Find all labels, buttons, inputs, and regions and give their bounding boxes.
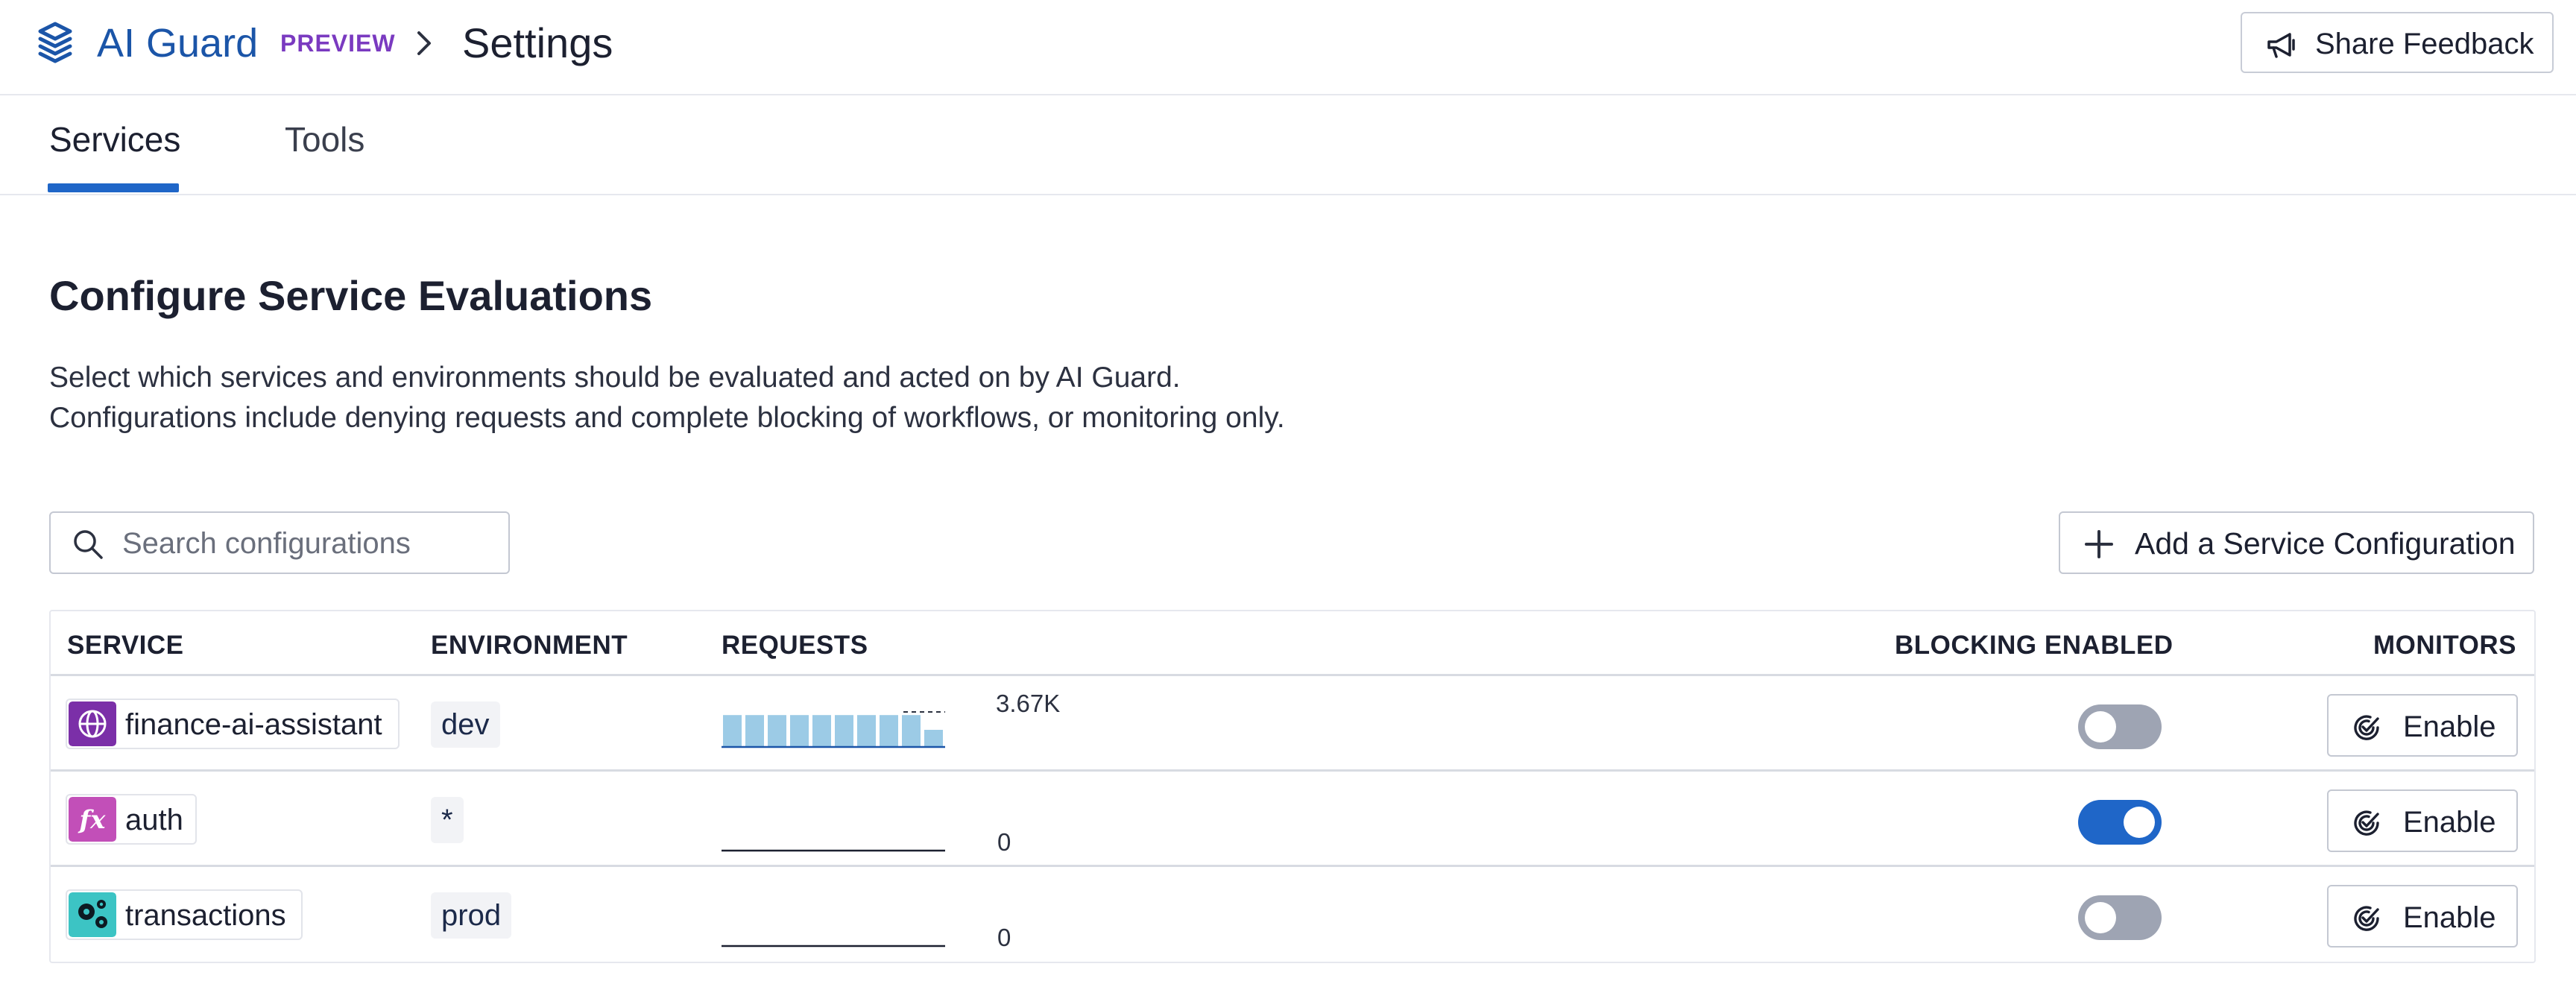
- section-title: Configure Service Evaluations: [49, 272, 653, 319]
- service-name: auth: [125, 804, 183, 836]
- service-tag[interactable]: finance-ai-assistant: [66, 699, 400, 749]
- enable-label: Enable: [2403, 806, 2496, 839]
- tab-bar: Services Tools: [0, 95, 2576, 195]
- request-bar: [857, 715, 876, 746]
- table-row: transactions prod 0 Enable: [51, 867, 2534, 962]
- monitor-check-icon: [2354, 715, 2379, 740]
- page-title: Settings: [462, 19, 613, 66]
- request-bar: [902, 715, 921, 746]
- search-icon: [74, 530, 103, 559]
- active-tab-indicator: [48, 183, 179, 192]
- requests-count: 0: [997, 924, 1011, 951]
- service-configurations-table: SERVICE ENVIRONMENT REQUESTS BLOCKING EN…: [49, 610, 2536, 963]
- requests-sparkline: [722, 849, 945, 852]
- blocking-toggle[interactable]: [2078, 704, 2162, 749]
- toggle-knob: [2085, 711, 2116, 742]
- enable-monitor-button[interactable]: Enable: [2327, 789, 2518, 852]
- request-bar: [745, 715, 764, 746]
- column-header-service[interactable]: SERVICE: [67, 629, 184, 662]
- requests-count: 0: [997, 828, 1011, 856]
- requests-sparkline: [722, 945, 945, 948]
- function-icon: fx: [69, 797, 116, 842]
- share-feedback-label: Share Feedback: [2315, 28, 2534, 60]
- request-bar: [790, 715, 809, 746]
- monitor-check-icon: [2354, 810, 2379, 836]
- service-tag[interactable]: transactions: [66, 889, 303, 940]
- blocking-toggle[interactable]: [2078, 800, 2162, 845]
- toggle-knob: [2124, 807, 2155, 838]
- service-name: transactions: [125, 899, 286, 932]
- table-row: fx auth * 0 Enable: [51, 772, 2534, 867]
- column-header-environment[interactable]: ENVIRONMENT: [431, 629, 628, 662]
- table-row: finance-ai-assistant dev 3.67K Enable: [51, 676, 2534, 772]
- gears-icon: [69, 892, 116, 937]
- service-name: finance-ai-assistant: [125, 708, 382, 741]
- add-service-configuration-button[interactable]: Add a Service Configuration: [2059, 511, 2534, 574]
- search-input[interactable]: [122, 525, 495, 562]
- enable-monitor-button[interactable]: Enable: [2327, 694, 2518, 757]
- add-service-configuration-label: Add a Service Configuration: [2135, 526, 2516, 561]
- chevron-right-icon: [417, 31, 431, 55]
- request-bar: [812, 715, 831, 746]
- request-bar: [768, 715, 786, 746]
- request-bar: [880, 715, 898, 746]
- ai-guard-logo-icon: [38, 22, 72, 63]
- brand-name[interactable]: AI Guard: [97, 16, 258, 70]
- search-configurations: [49, 511, 510, 574]
- column-header-blocking-enabled[interactable]: BLOCKING ENABLED: [1895, 629, 2174, 662]
- column-header-requests[interactable]: REQUESTS: [722, 629, 868, 662]
- request-bar: [924, 730, 943, 746]
- globe-icon: [69, 701, 116, 746]
- environment-chip: *: [431, 797, 464, 843]
- enable-label: Enable: [2403, 901, 2496, 934]
- tab-tools[interactable]: Tools: [285, 118, 364, 161]
- enable-label: Enable: [2403, 710, 2496, 743]
- share-feedback-button[interactable]: Share Feedback: [2241, 12, 2554, 73]
- request-bar: [723, 715, 742, 746]
- requests-count: 3.67K: [996, 690, 1061, 717]
- description-line-1: Select which services and environments s…: [49, 362, 1181, 394]
- enable-monitor-button[interactable]: Enable: [2327, 885, 2518, 948]
- plus-icon: [2085, 530, 2113, 558]
- preview-badge: PREVIEW: [280, 30, 396, 57]
- environment-chip: prod: [431, 892, 512, 939]
- megaphone-icon: [2267, 33, 2295, 58]
- request-bar: [835, 715, 853, 746]
- tab-services[interactable]: Services: [49, 118, 180, 161]
- monitor-check-icon: [2354, 906, 2379, 931]
- description-line-2: Configurations include denying requests …: [49, 402, 1285, 434]
- toggle-knob: [2085, 902, 2116, 933]
- svg-text:fx: fx: [78, 805, 107, 835]
- top-header: AI Guard PREVIEW Settings Share Feedback: [0, 0, 2576, 95]
- column-header-monitors[interactable]: MONITORS: [2373, 629, 2516, 662]
- blocking-toggle[interactable]: [2078, 895, 2162, 940]
- environment-chip: dev: [431, 701, 500, 748]
- service-tag[interactable]: fx auth: [66, 794, 197, 845]
